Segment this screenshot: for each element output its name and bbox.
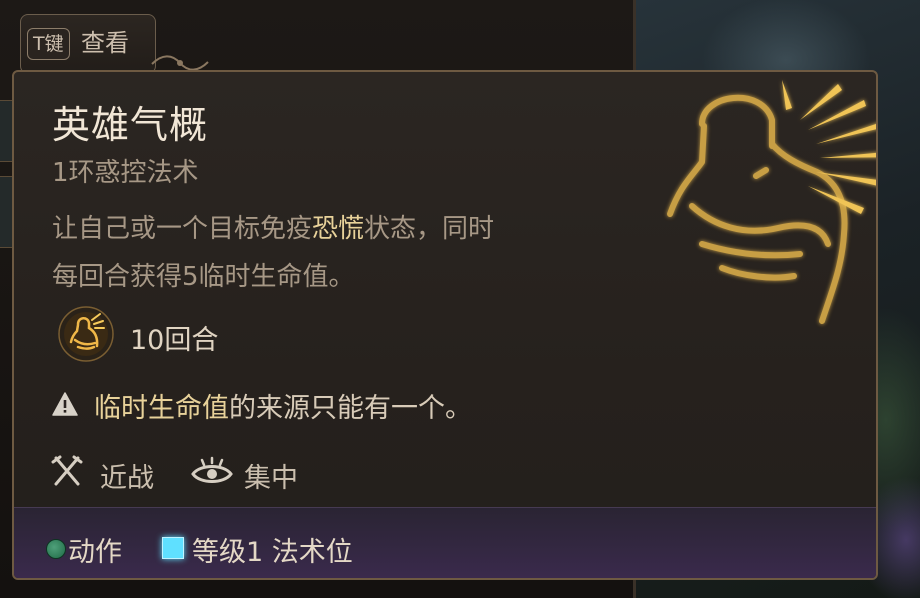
- concentration-eye-icon: [191, 456, 233, 483]
- cost-footer: [14, 508, 876, 578]
- cyan-spell-slot-icon: [162, 537, 184, 559]
- description-line-2: 每回合获得5临时生命值。: [52, 262, 355, 292]
- heroism-duration-icon: [58, 306, 114, 362]
- green-action-dot-icon: [46, 539, 66, 559]
- temp-hp-keyword[interactable]: 临时生命值: [94, 393, 229, 424]
- inspect-hint-tab[interactable]: T键 查看: [20, 14, 156, 74]
- description-text: 状态，同时: [364, 214, 495, 244]
- spell-slot-cost-label: 等级1 法术位: [192, 537, 353, 568]
- spell-level-school: 1环惑控法术: [52, 158, 199, 188]
- spell-title: 英雄气概: [52, 103, 209, 147]
- description-line-1: 让自己或一个目标免疫恐慌状态，同时: [52, 208, 494, 245]
- warning-text: 临时生命值的来源只能有一个。: [94, 386, 472, 425]
- frightened-keyword[interactable]: 恐慌: [312, 214, 364, 244]
- inspect-label: 查看: [81, 29, 129, 57]
- warning-rest: 的来源只能有一个。: [229, 393, 472, 424]
- action-cost-label: 动作: [68, 537, 122, 568]
- spell-tooltip-card: 英雄气概 1环惑控法术 让自己或一个目标免疫恐慌状态，同时 每回合获得5临时生命…: [12, 70, 878, 580]
- tag-melee: 近战: [100, 463, 154, 494]
- warning-icon: [52, 392, 78, 416]
- t-key-badge: T键: [27, 28, 70, 60]
- duration-text: 10回合: [130, 325, 219, 356]
- description-text: 让自己或一个目标免疫: [52, 214, 313, 244]
- heroism-art-icon: [667, 80, 876, 324]
- tag-concentration: 集中: [244, 463, 298, 494]
- crossed-swords-icon: [51, 455, 83, 486]
